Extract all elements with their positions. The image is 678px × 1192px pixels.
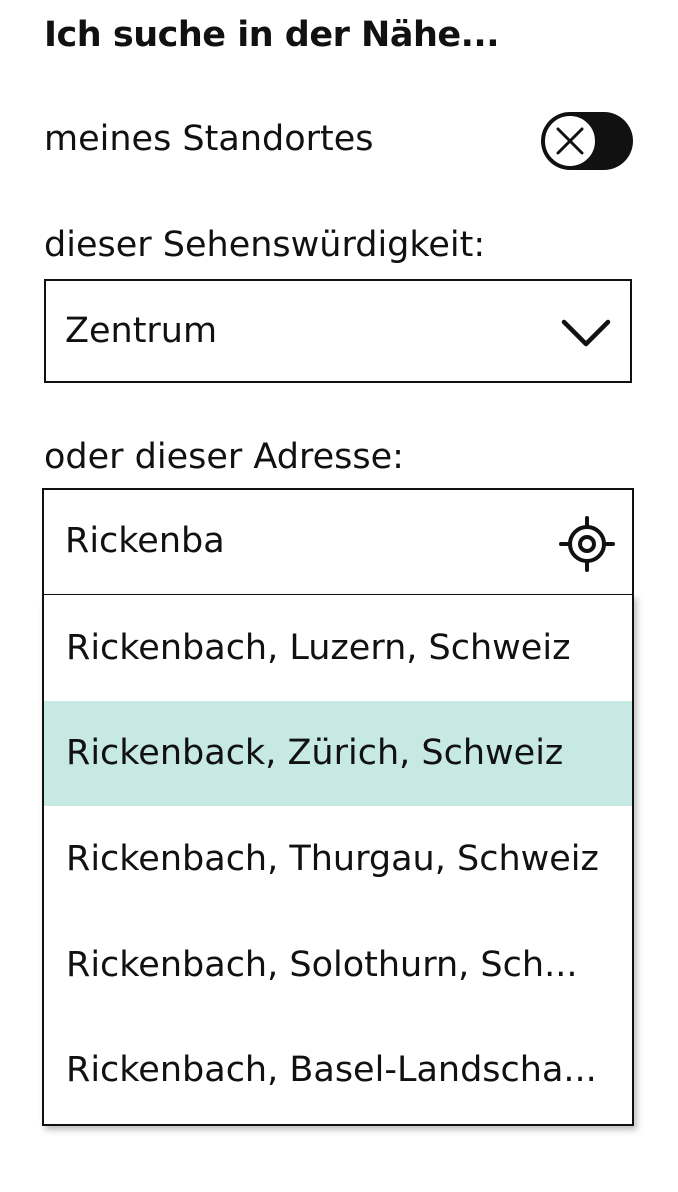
suggestion-item[interactable]: Rickenbach, Luzern, Schweiz xyxy=(44,595,632,701)
toggle-knob xyxy=(543,114,597,168)
suggestion-text: Rickenbach, Luzern, Schweiz xyxy=(66,627,571,668)
address-field[interactable] xyxy=(42,488,634,596)
location-label: meines Standortes xyxy=(44,119,374,159)
address-suggestions: Rickenbach, Luzern, Schweiz Rickenback, … xyxy=(42,594,634,1126)
suggestion-text: Rickenbach, Thurgau, Schweiz xyxy=(66,838,599,879)
suggestion-text: Rickenbach, Solothurn, Sch... xyxy=(66,944,578,985)
suggestion-text: Rickenbach, Basel-Landscha... xyxy=(66,1050,597,1091)
close-x-icon xyxy=(556,127,584,155)
suggestion-item[interactable]: Rickenbach, Basel-Landscha... xyxy=(44,1017,632,1123)
suggestion-item[interactable]: Rickenbach, Thurgau, Schweiz xyxy=(44,806,632,912)
chevron-down-icon xyxy=(561,319,611,347)
location-toggle[interactable] xyxy=(541,112,633,170)
address-input[interactable] xyxy=(65,518,535,564)
suggestion-text: Rickenback, Zürich, Schweiz xyxy=(66,733,564,774)
page-heading: Ich suche in der Nähe... xyxy=(44,15,500,55)
suggestion-item-highlighted[interactable]: Rickenback, Zürich, Schweiz xyxy=(44,700,632,807)
suggestion-item[interactable]: Rickenbach, Solothurn, Sch... xyxy=(44,912,632,1018)
locate-target-icon[interactable] xyxy=(559,516,615,572)
sight-select-value: Zentrum xyxy=(65,311,218,351)
address-label: oder dieser Adresse: xyxy=(44,437,404,477)
sight-label: dieser Sehenswürdigkeit: xyxy=(44,225,486,265)
sight-select[interactable]: Zentrum xyxy=(44,279,632,383)
